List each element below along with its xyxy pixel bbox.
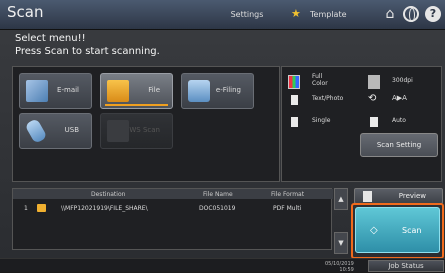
job-status-button[interactable]: Job Status	[368, 260, 444, 272]
function-panel: E-mail File e-Filing USB WS Scan	[12, 66, 280, 182]
sides-option[interactable]: Single	[286, 111, 362, 135]
ws-scan-button: WS Scan	[100, 113, 173, 149]
start-icon: ◇	[370, 225, 378, 236]
help-icon[interactable]: ?	[425, 6, 441, 22]
usb-button[interactable]: USB	[19, 113, 92, 149]
message-line-1: Select menu!!	[15, 33, 86, 44]
original-mode-option[interactable]: Text/Photo	[286, 89, 362, 113]
usb-icon	[24, 117, 48, 145]
row-filename: DOC051019	[199, 205, 236, 212]
time-value: 10:59	[339, 267, 354, 273]
row-number: 1	[24, 205, 28, 212]
size-value: Auto	[392, 117, 406, 124]
original-mode-icon	[291, 95, 298, 105]
preview-icon	[363, 191, 372, 202]
options-panel: Full Color 300dpi Text/Photo ⟲ A▶A Singl…	[281, 66, 442, 182]
resolution-value: 300dpi	[392, 77, 413, 84]
scan-button[interactable]: ◇ Scan	[355, 207, 440, 253]
scan-label: Scan	[402, 226, 422, 235]
preview-button[interactable]: Preview	[354, 188, 443, 204]
preview-label: Preview	[398, 192, 426, 200]
ws-scan-icon	[107, 120, 129, 142]
row-destination: \\MFP12021919\FILE_SHARE\	[61, 205, 148, 212]
e-filing-icon	[188, 80, 210, 102]
size-icon	[370, 117, 378, 127]
scan-setting-button[interactable]: Scan Setting	[360, 133, 438, 157]
format-header: File Format	[271, 191, 305, 198]
email-icon	[26, 80, 48, 102]
row-format: PDF Multi	[273, 205, 302, 212]
original-mode-value: Text/Photo	[312, 95, 344, 102]
top-bar: Scan Settings ★ Template ⌂ ?	[0, 0, 445, 30]
single-side-icon	[291, 117, 298, 127]
sides-value: Single	[312, 117, 331, 124]
color-line-2: Color	[312, 80, 328, 87]
template-button[interactable]: Template	[310, 6, 368, 24]
folder-icon	[37, 204, 46, 212]
ws-scan-label: WS Scan	[129, 126, 160, 134]
scroll-down-button[interactable]: ▼	[334, 232, 348, 254]
file-label: File	[148, 86, 160, 94]
scan-screen: Scan Settings ★ Template ⌂ ? Select menu…	[0, 0, 445, 273]
usb-label: USB	[64, 126, 79, 134]
file-button[interactable]: File	[100, 73, 173, 109]
list-header: Destination File Name File Format	[13, 189, 333, 199]
color-icon	[288, 75, 300, 89]
color-line-1: Full	[312, 73, 323, 80]
date-time: 05/10/2019 10:59	[325, 261, 354, 273]
rotation-value: A▶A	[392, 94, 407, 102]
message-line-2: Press Scan to start scanning.	[15, 46, 160, 57]
home-icon[interactable]: ⌂	[381, 5, 399, 23]
email-button[interactable]: E-mail	[19, 73, 92, 109]
star-icon: ★	[291, 7, 301, 20]
size-option[interactable]: Auto	[366, 111, 440, 135]
resolution-icon	[368, 75, 380, 89]
email-label: E-mail	[57, 86, 79, 94]
scroll-up-button[interactable]: ▲	[334, 188, 348, 210]
e-filing-button[interactable]: e-Filing	[181, 73, 254, 109]
instruction-message: Select menu!! Press Scan to start scanni…	[15, 32, 160, 58]
footer-bar: 05/10/2019 10:59 Job Status	[0, 258, 445, 273]
rotation-icon: ⟲	[368, 93, 377, 104]
folder-icon	[107, 80, 129, 102]
app-title: Scan	[7, 3, 44, 21]
filename-header: File Name	[203, 191, 233, 198]
destination-list: Destination File Name File Format 1 \\MF…	[12, 188, 333, 250]
e-filing-label: e-Filing	[215, 86, 241, 94]
destination-header: Destination	[91, 191, 126, 198]
settings-button[interactable]: Settings	[218, 6, 276, 24]
table-row[interactable]: 1 \\MFP12021919\FILE_SHARE\ DOC051019 PD…	[13, 203, 333, 215]
rotation-option[interactable]: ⟲ A▶A	[366, 89, 440, 113]
globe-icon[interactable]	[403, 6, 419, 22]
